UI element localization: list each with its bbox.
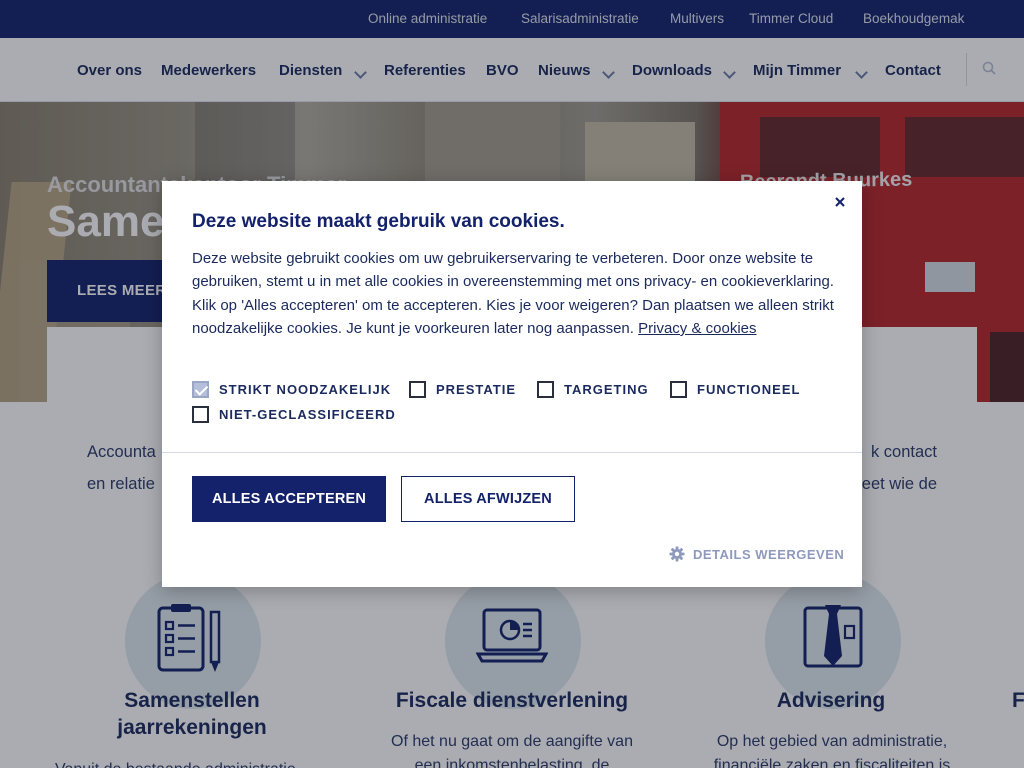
- cookie-dialog-text: Deze website gebruikt cookies om uw gebr…: [192, 250, 834, 337]
- checkbox-box[interactable]: [409, 380, 426, 398]
- accept-all-button[interactable]: ALLES ACCEPTEREN: [192, 476, 386, 522]
- checkbox-box[interactable]: [670, 380, 687, 398]
- privacy-cookies-link[interactable]: Privacy & cookies: [638, 320, 756, 337]
- checkbox-box[interactable]: [537, 380, 554, 398]
- close-icon[interactable]: [833, 195, 847, 209]
- checkbox-strikt-noodzakelijk[interactable]: STRIKT NOODZAKELIJK: [192, 380, 391, 398]
- checkbox-checked-icon[interactable]: [192, 380, 209, 398]
- cookie-dialog-divider: [162, 452, 862, 453]
- show-details-button[interactable]: DETAILS WEERGEVEN: [669, 546, 844, 562]
- checkbox-prestatie[interactable]: PRESTATIE: [409, 380, 516, 398]
- checkbox-targeting[interactable]: TARGETING: [537, 380, 649, 398]
- cookie-consent-dialog: Deze website maakt gebruik van cookies. …: [162, 181, 862, 587]
- cookie-dialog-title: Deze website maakt gebruik van cookies.: [192, 211, 565, 232]
- checkbox-functioneel[interactable]: FUNCTIONEEL: [670, 380, 800, 398]
- checkbox-box[interactable]: [192, 405, 209, 423]
- reject-all-button[interactable]: ALLES AFWIJZEN: [401, 476, 575, 522]
- gear-icon: [669, 546, 685, 562]
- checkbox-niet-geclassificeerd[interactable]: NIET-GECLASSIFICEERD: [192, 405, 396, 423]
